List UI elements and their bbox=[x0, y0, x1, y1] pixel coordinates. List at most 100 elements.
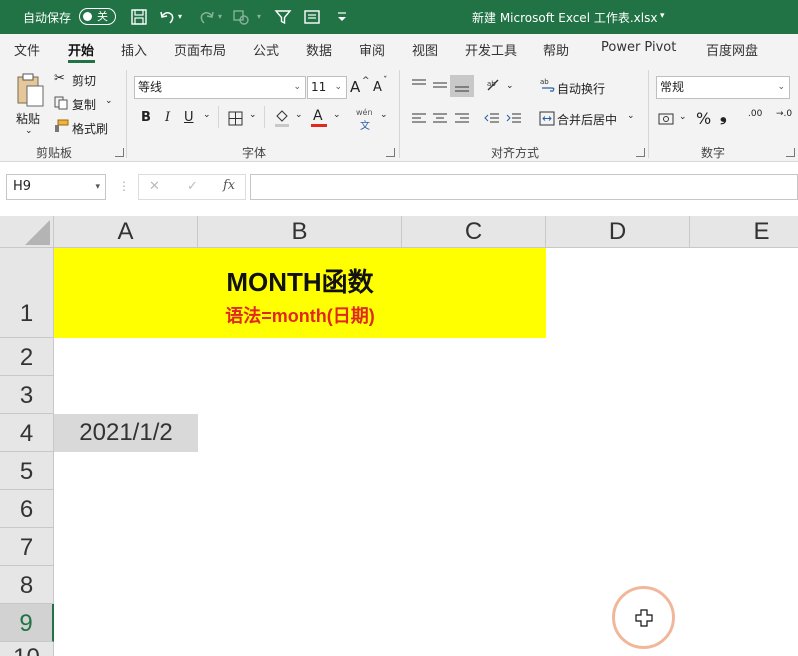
comma-style-button[interactable]: ❟ bbox=[720, 106, 727, 126]
column-header-c[interactable]: C bbox=[402, 216, 546, 248]
merge-center-button[interactable]: 合并后居中 bbox=[557, 111, 617, 128]
worksheet-grid[interactable]: A B C D E 1 2 3 4 5 6 7 8 9 10 MONTH函数 语… bbox=[0, 212, 798, 656]
row-header-9[interactable]: 9 bbox=[0, 604, 54, 642]
row-header-3[interactable]: 3 bbox=[0, 376, 54, 414]
phonetic-bottom: 文 bbox=[360, 121, 370, 132]
row-header-8[interactable]: 8 bbox=[0, 566, 54, 604]
undo-dropdown-icon[interactable]: ▾ bbox=[178, 12, 182, 21]
font-launcher-icon[interactable] bbox=[386, 148, 395, 157]
shape-icon bbox=[233, 10, 249, 25]
column-header-b[interactable]: B bbox=[198, 216, 402, 248]
format-painter-button[interactable]: 格式刷 bbox=[72, 120, 108, 137]
save-icon[interactable] bbox=[130, 8, 148, 26]
increase-font-button[interactable]: A bbox=[350, 78, 360, 96]
clipboard-launcher-icon[interactable] bbox=[115, 148, 124, 157]
paste-button[interactable]: 粘贴 ⌄ bbox=[12, 72, 48, 138]
fill-color-dropdown-icon[interactable]: ⌄ bbox=[295, 110, 303, 120]
title-dropdown-icon[interactable]: ▾ bbox=[660, 11, 665, 21]
cancel-icon[interactable]: ✕ bbox=[149, 179, 160, 194]
select-all-triangle-icon bbox=[25, 220, 50, 245]
align-middle-icon[interactable] bbox=[432, 78, 448, 92]
align-bottom-button[interactable] bbox=[450, 75, 474, 97]
border-icon[interactable] bbox=[228, 111, 243, 126]
tab-page-layout[interactable]: 页面布局 bbox=[174, 40, 226, 59]
align-center-icon[interactable] bbox=[432, 112, 448, 126]
accounting-format-icon[interactable] bbox=[658, 112, 676, 126]
orientation-dropdown-icon[interactable]: ⌄ bbox=[506, 81, 514, 91]
select-all-button[interactable] bbox=[0, 216, 54, 248]
alignment-launcher-icon[interactable] bbox=[636, 148, 645, 157]
font-size-combo[interactable]: 11 ⌄ bbox=[307, 76, 347, 99]
increase-indent-icon[interactable] bbox=[506, 112, 522, 126]
font-color-button[interactable]: A bbox=[311, 108, 327, 128]
insert-function-button[interactable]: fx bbox=[223, 178, 235, 193]
align-right-icon[interactable] bbox=[454, 112, 470, 126]
undo-icon[interactable] bbox=[158, 8, 176, 26]
formula-input[interactable] bbox=[250, 174, 798, 200]
tab-developer[interactable]: 开发工具 bbox=[465, 40, 517, 59]
column-header-e[interactable]: E bbox=[690, 216, 798, 248]
border-dropdown-icon[interactable]: ⌄ bbox=[249, 110, 257, 120]
decrease-decimal-button[interactable]: →.0 bbox=[776, 110, 792, 119]
caret-up-icon: ^ bbox=[362, 76, 370, 86]
copy-icon bbox=[54, 96, 68, 110]
name-box[interactable]: H9 ▾ bbox=[6, 174, 106, 200]
title-cell[interactable]: MONTH函数 语法=month(日期) bbox=[54, 248, 546, 338]
underline-button[interactable]: U bbox=[184, 110, 194, 125]
align-top-icon[interactable] bbox=[411, 78, 427, 92]
underline-dropdown-icon[interactable]: ⌄ bbox=[203, 110, 211, 120]
tab-insert[interactable]: 插入 bbox=[121, 40, 147, 59]
copy-button[interactable]: 复制 bbox=[72, 96, 96, 113]
autosave-toggle[interactable]: 关 bbox=[79, 8, 116, 25]
redo-dropdown-icon: ▾ bbox=[218, 12, 223, 21]
row-header-10[interactable]: 10 bbox=[0, 642, 54, 656]
row-header-1[interactable]: 1 bbox=[0, 248, 54, 338]
phonetic-dropdown-icon[interactable]: ⌄ bbox=[380, 110, 388, 120]
row-header-2[interactable]: 2 bbox=[0, 338, 54, 376]
filter-icon[interactable] bbox=[274, 8, 292, 26]
number-launcher-icon[interactable] bbox=[786, 148, 795, 157]
orientation-icon[interactable]: ab bbox=[485, 76, 503, 94]
percent-button[interactable]: % bbox=[696, 109, 711, 128]
tab-data[interactable]: 数据 bbox=[306, 40, 332, 59]
enter-icon[interactable]: ✓ bbox=[187, 179, 198, 194]
decrease-indent-icon[interactable] bbox=[484, 112, 500, 126]
tab-help[interactable]: 帮助 bbox=[543, 40, 569, 59]
number-format-combo[interactable]: 常规 ⌄ bbox=[656, 76, 790, 99]
row-header-6[interactable]: 6 bbox=[0, 490, 54, 528]
fill-color-icon[interactable] bbox=[274, 108, 290, 128]
customize-qat-icon[interactable] bbox=[333, 8, 351, 26]
cell-a4[interactable]: 2021/1/2 bbox=[54, 414, 198, 452]
row-header-7[interactable]: 7 bbox=[0, 528, 54, 566]
merge-dropdown-icon[interactable]: ⌄ bbox=[627, 111, 635, 121]
cut-button[interactable]: 剪切 bbox=[72, 72, 96, 89]
decrease-font-button[interactable]: A bbox=[373, 80, 382, 95]
tab-baidu-netdisk[interactable]: 百度网盘 bbox=[706, 40, 758, 59]
font-color-dropdown-icon[interactable]: ⌄ bbox=[333, 110, 341, 120]
name-box-value: H9 bbox=[13, 179, 32, 194]
bold-button[interactable]: B bbox=[141, 110, 151, 125]
wrap-text-button[interactable]: 自动换行 bbox=[557, 80, 605, 97]
font-name-combo[interactable]: 等线 ⌄ bbox=[134, 76, 306, 99]
increase-decimal-button[interactable]: .00 bbox=[748, 110, 762, 119]
font-name-value: 等线 bbox=[138, 80, 163, 94]
phonetic-button[interactable]: wén 文 bbox=[356, 108, 376, 132]
row-header-5[interactable]: 5 bbox=[0, 452, 54, 490]
form-icon[interactable] bbox=[303, 8, 321, 26]
row-header-4[interactable]: 4 bbox=[0, 414, 54, 452]
tab-file[interactable]: 文件 bbox=[14, 40, 40, 59]
accounting-dropdown-icon[interactable]: ⌄ bbox=[679, 112, 687, 122]
copy-dropdown-icon[interactable]: ⌄ bbox=[105, 96, 113, 106]
tab-home[interactable]: 开始 bbox=[68, 40, 94, 59]
tab-power-pivot[interactable]: Power Pivot bbox=[601, 40, 676, 55]
tab-formulas[interactable]: 公式 bbox=[253, 40, 279, 59]
tab-view[interactable]: 视图 bbox=[412, 40, 438, 59]
tab-review[interactable]: 审阅 bbox=[359, 40, 385, 59]
align-left-icon[interactable] bbox=[411, 112, 427, 126]
separator bbox=[264, 106, 265, 128]
svg-text:ab: ab bbox=[540, 78, 549, 86]
title-bar: 自动保存 关 ▾ ▾ ▾ 新建 Microsoft Excel 工作表.xlsx… bbox=[0, 0, 798, 34]
italic-button[interactable]: I bbox=[165, 110, 170, 125]
column-header-d[interactable]: D bbox=[546, 216, 690, 248]
column-header-a[interactable]: A bbox=[54, 216, 198, 248]
